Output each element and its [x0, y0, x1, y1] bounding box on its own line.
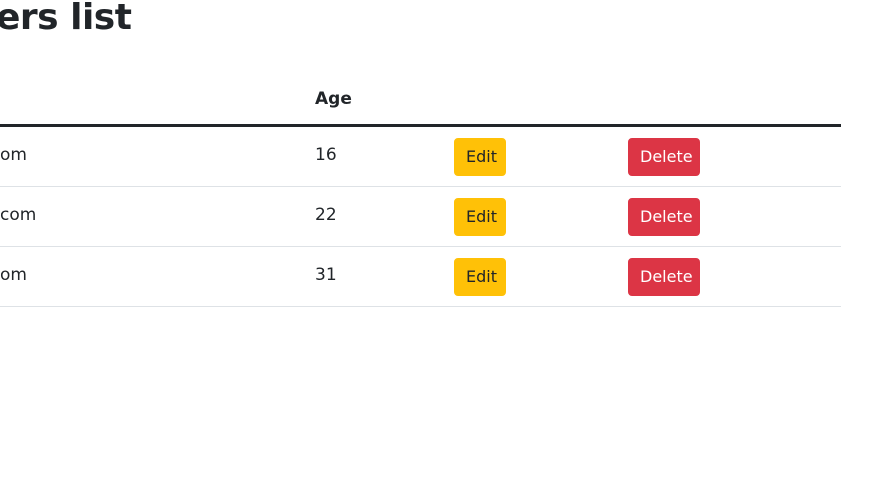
- edit-button[interactable]: Edit: [454, 258, 506, 296]
- email-cell: com: [0, 205, 37, 225]
- delete-button[interactable]: Delete: [628, 198, 700, 236]
- table-row: om 16 Edit Delete: [0, 127, 841, 187]
- age-cell: 22: [315, 205, 337, 225]
- age-cell: 31: [315, 265, 337, 285]
- email-cell: om: [0, 145, 27, 165]
- age-cell: 16: [315, 145, 337, 165]
- table-row: com 22 Edit Delete: [0, 187, 841, 247]
- page-title: ers list: [0, 0, 132, 38]
- delete-button[interactable]: Delete: [628, 258, 700, 296]
- delete-button[interactable]: Delete: [628, 138, 700, 176]
- table-header: Age: [0, 78, 841, 127]
- table-row: om 31 Edit Delete: [0, 247, 841, 307]
- column-header-age: Age: [315, 89, 352, 109]
- email-cell: om: [0, 265, 27, 285]
- edit-button[interactable]: Edit: [454, 198, 506, 236]
- edit-button[interactable]: Edit: [454, 138, 506, 176]
- page: ers list Age om 16 Edit Delete com 22 Ed…: [0, 0, 873, 483]
- users-table: Age om 16 Edit Delete com 22 Edit Delete…: [0, 78, 841, 307]
